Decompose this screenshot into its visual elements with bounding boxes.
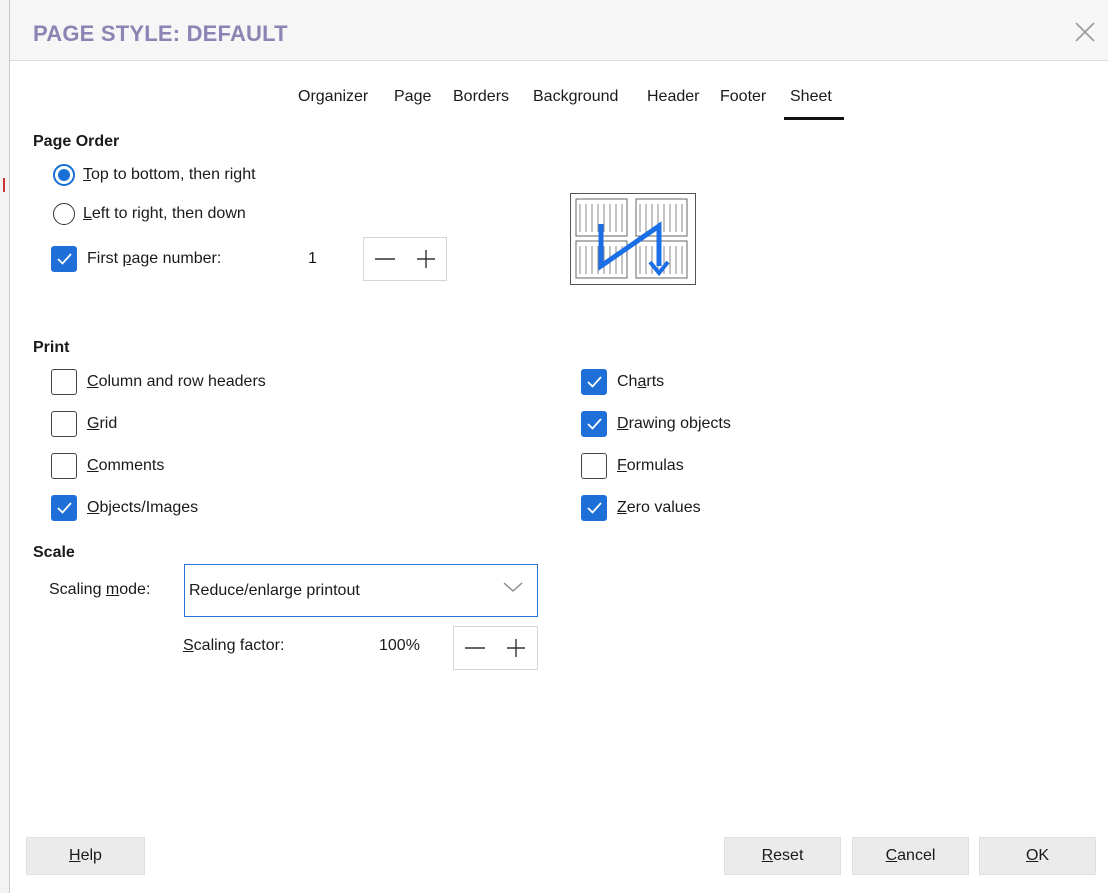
comments-checkbox[interactable]: Comments <box>51 451 164 481</box>
page-order-heading: Page Order <box>33 133 120 150</box>
checkmark-icon <box>587 376 602 388</box>
plus-icon[interactable] <box>505 637 527 659</box>
radio-top-to-bottom[interactable]: Top to bottom, then right <box>53 160 256 190</box>
close-button[interactable] <box>1072 12 1108 48</box>
checkbox[interactable] <box>51 246 77 272</box>
column-row-headers-checkbox[interactable]: Column and row headers <box>51 367 266 397</box>
first-page-number-checkbox[interactable]: First page number: <box>51 244 221 274</box>
checkmark-icon <box>57 502 72 514</box>
checkbox[interactable] <box>581 453 607 479</box>
drawing-objects-checkbox[interactable]: Drawing objects <box>581 409 731 439</box>
title-bar: PAGE STYLE: DEFAULT <box>10 0 1108 61</box>
radio-button[interactable] <box>53 164 75 186</box>
minus-icon[interactable] <box>464 637 486 659</box>
charts-label: Charts <box>617 373 665 390</box>
checkbox[interactable] <box>51 369 77 395</box>
scaling-mode-value: Reduce/enlarge printout <box>189 581 360 599</box>
checkbox[interactable] <box>581 369 607 395</box>
minus-icon[interactable] <box>374 248 396 270</box>
column-row-headers-label: Column and row headers <box>87 373 266 390</box>
help-button[interactable]: Help <box>26 837 145 875</box>
formulas-checkbox[interactable]: Formulas <box>581 451 684 481</box>
first-page-number-spinner <box>363 237 447 281</box>
tab-sheet[interactable]: Sheet <box>784 86 844 122</box>
grid-label: Grid <box>87 415 118 432</box>
print-heading: Print <box>33 339 70 356</box>
checkbox[interactable] <box>51 453 77 479</box>
checkbox[interactable] <box>51 495 77 521</box>
close-icon <box>1075 22 1095 42</box>
radio-button[interactable] <box>53 203 75 225</box>
chevron-down-icon <box>503 582 523 592</box>
scale-heading: Scale <box>33 544 75 561</box>
checkmark-icon <box>587 502 602 514</box>
scaling-mode-label: Scaling mode: <box>49 581 151 598</box>
page-style-dialog: PAGE STYLE: DEFAULT Organizer Page Borde… <box>10 0 1108 893</box>
grid-checkbox[interactable]: Grid <box>51 409 117 439</box>
objects-images-label: Objects/Images <box>87 499 199 516</box>
first-page-number-label: First page number: <box>87 250 222 267</box>
edge-marker <box>3 178 5 192</box>
scaling-factor-value[interactable]: 100% <box>379 637 420 655</box>
scaling-factor-label: Scaling factor: <box>183 637 285 654</box>
objects-images-checkbox[interactable]: Objects/Images <box>51 493 198 523</box>
checkbox[interactable] <box>581 411 607 437</box>
cancel-button[interactable]: Cancel <box>852 837 969 875</box>
reset-button[interactable]: Reset <box>724 837 841 875</box>
page-order-preview-icon <box>570 193 696 285</box>
background-window-edge <box>0 0 10 893</box>
checkbox[interactable] <box>581 495 607 521</box>
tab-background[interactable]: Background <box>533 86 618 122</box>
ok-button[interactable]: OK <box>979 837 1096 875</box>
first-page-number-value[interactable]: 1 <box>308 250 317 268</box>
checkmark-icon <box>57 253 72 265</box>
comments-label: Comments <box>87 457 165 474</box>
tab-organizer[interactable]: Organizer <box>298 86 368 122</box>
tab-borders[interactable]: Borders <box>453 86 509 122</box>
scaling-factor-spinner <box>453 626 538 670</box>
radio-top-to-bottom-label: Top to bottom, then right <box>83 166 256 183</box>
tab-footer[interactable]: Footer <box>720 86 766 122</box>
charts-checkbox[interactable]: Charts <box>581 367 664 397</box>
scaling-mode-dropdown[interactable]: Reduce/enlarge printout <box>184 564 538 617</box>
radio-left-to-right[interactable]: Left to right, then down <box>53 199 246 229</box>
radio-left-to-right-label: Left to right, then down <box>83 205 246 222</box>
drawing-objects-label: Drawing objects <box>617 415 731 432</box>
tab-header[interactable]: Header <box>647 86 699 122</box>
plus-icon[interactable] <box>415 248 437 270</box>
checkbox[interactable] <box>51 411 77 437</box>
zero-values-checkbox[interactable]: Zero values <box>581 493 701 523</box>
tab-bar: Organizer Page Borders Background Header… <box>10 86 1108 122</box>
dialog-title: PAGE STYLE: DEFAULT <box>33 21 288 46</box>
formulas-label: Formulas <box>617 457 684 474</box>
zero-values-label: Zero values <box>617 499 701 516</box>
checkmark-icon <box>587 418 602 430</box>
tab-page[interactable]: Page <box>394 86 431 122</box>
